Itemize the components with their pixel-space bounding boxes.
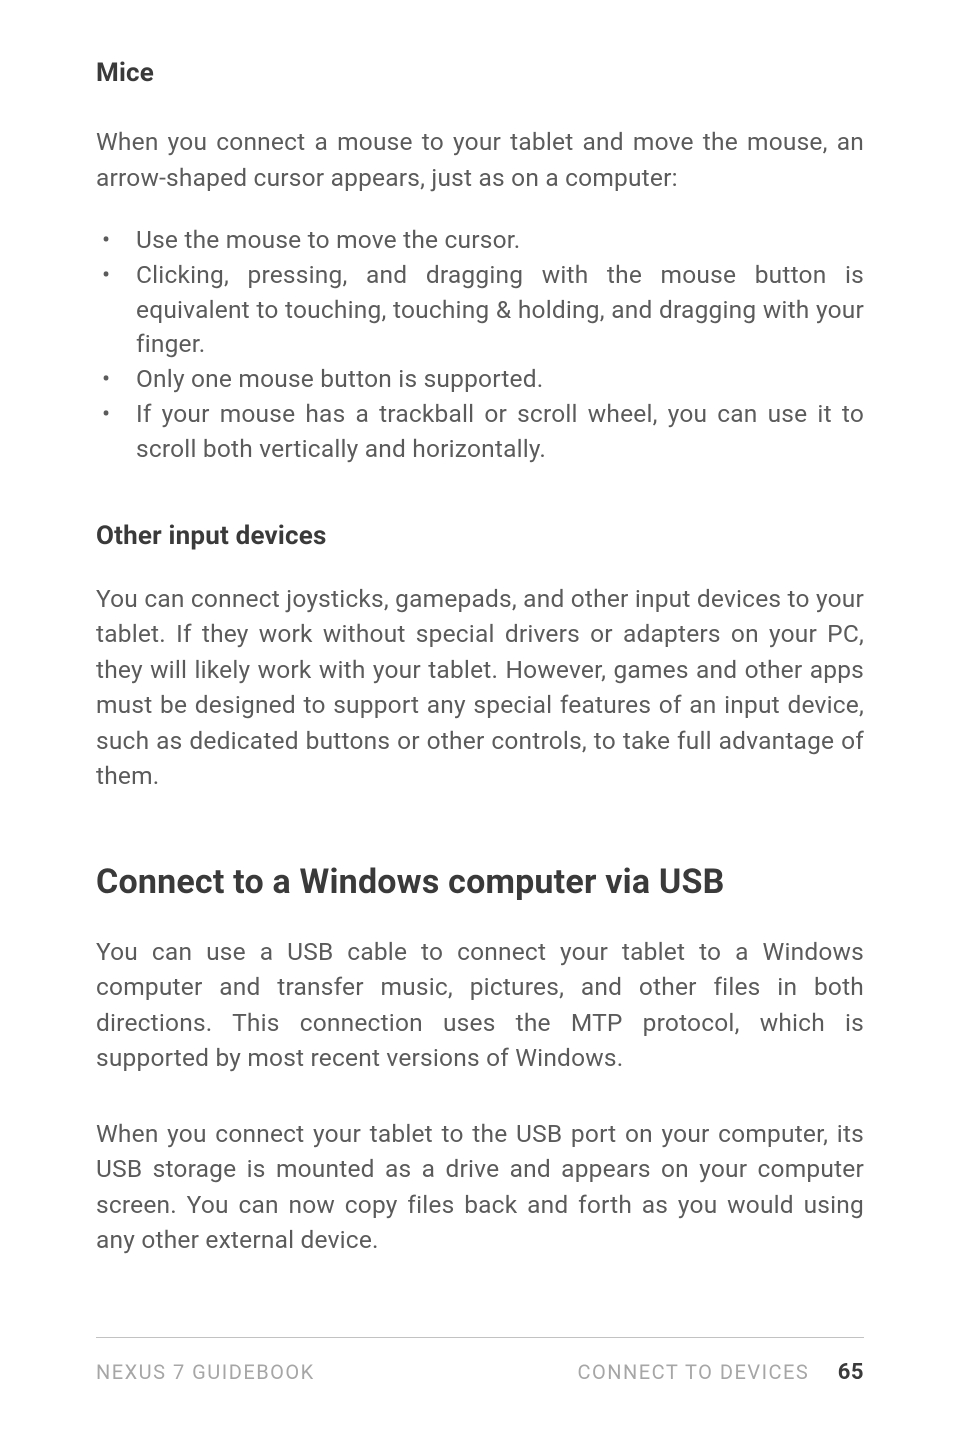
bullet-list-mice: Use the mouse to move the cursor. Clicki…: [96, 223, 864, 466]
page-footer: NEXUS 7 GUIDEBOOK CONNECT TO DEVICES 65: [96, 1337, 864, 1385]
list-item: If your mouse has a trackball or scroll …: [96, 397, 864, 467]
page-content: Mice When you connect a mouse to your ta…: [0, 0, 954, 1258]
footer-row: NEXUS 7 GUIDEBOOK CONNECT TO DEVICES 65: [96, 1360, 864, 1385]
paragraph-usb-1: You can use a USB cable to connect your …: [96, 934, 864, 1076]
footer-chapter-label: CONNECT TO DEVICES: [577, 1360, 809, 1384]
paragraph-usb-2: When you connect your tablet to the USB …: [96, 1116, 864, 1258]
footer-divider: [96, 1337, 864, 1338]
list-item: Clicking, pressing, and dragging with th…: [96, 258, 864, 362]
footer-page-number: 65: [838, 1360, 864, 1385]
footer-book-title: NEXUS 7 GUIDEBOOK: [96, 1360, 315, 1384]
heading-usb: Connect to a Windows computer via USB: [96, 862, 864, 902]
paragraph-mice-intro: When you connect a mouse to your tablet …: [96, 124, 864, 195]
list-item: Only one mouse button is supported.: [96, 362, 864, 397]
list-item: Use the mouse to move the cursor.: [96, 223, 864, 258]
heading-other-input: Other input devices: [96, 521, 864, 551]
heading-mice: Mice: [96, 58, 864, 88]
paragraph-other-input: You can connect joysticks, gamepads, and…: [96, 581, 864, 794]
footer-chapter: CONNECT TO DEVICES 65: [577, 1360, 864, 1385]
